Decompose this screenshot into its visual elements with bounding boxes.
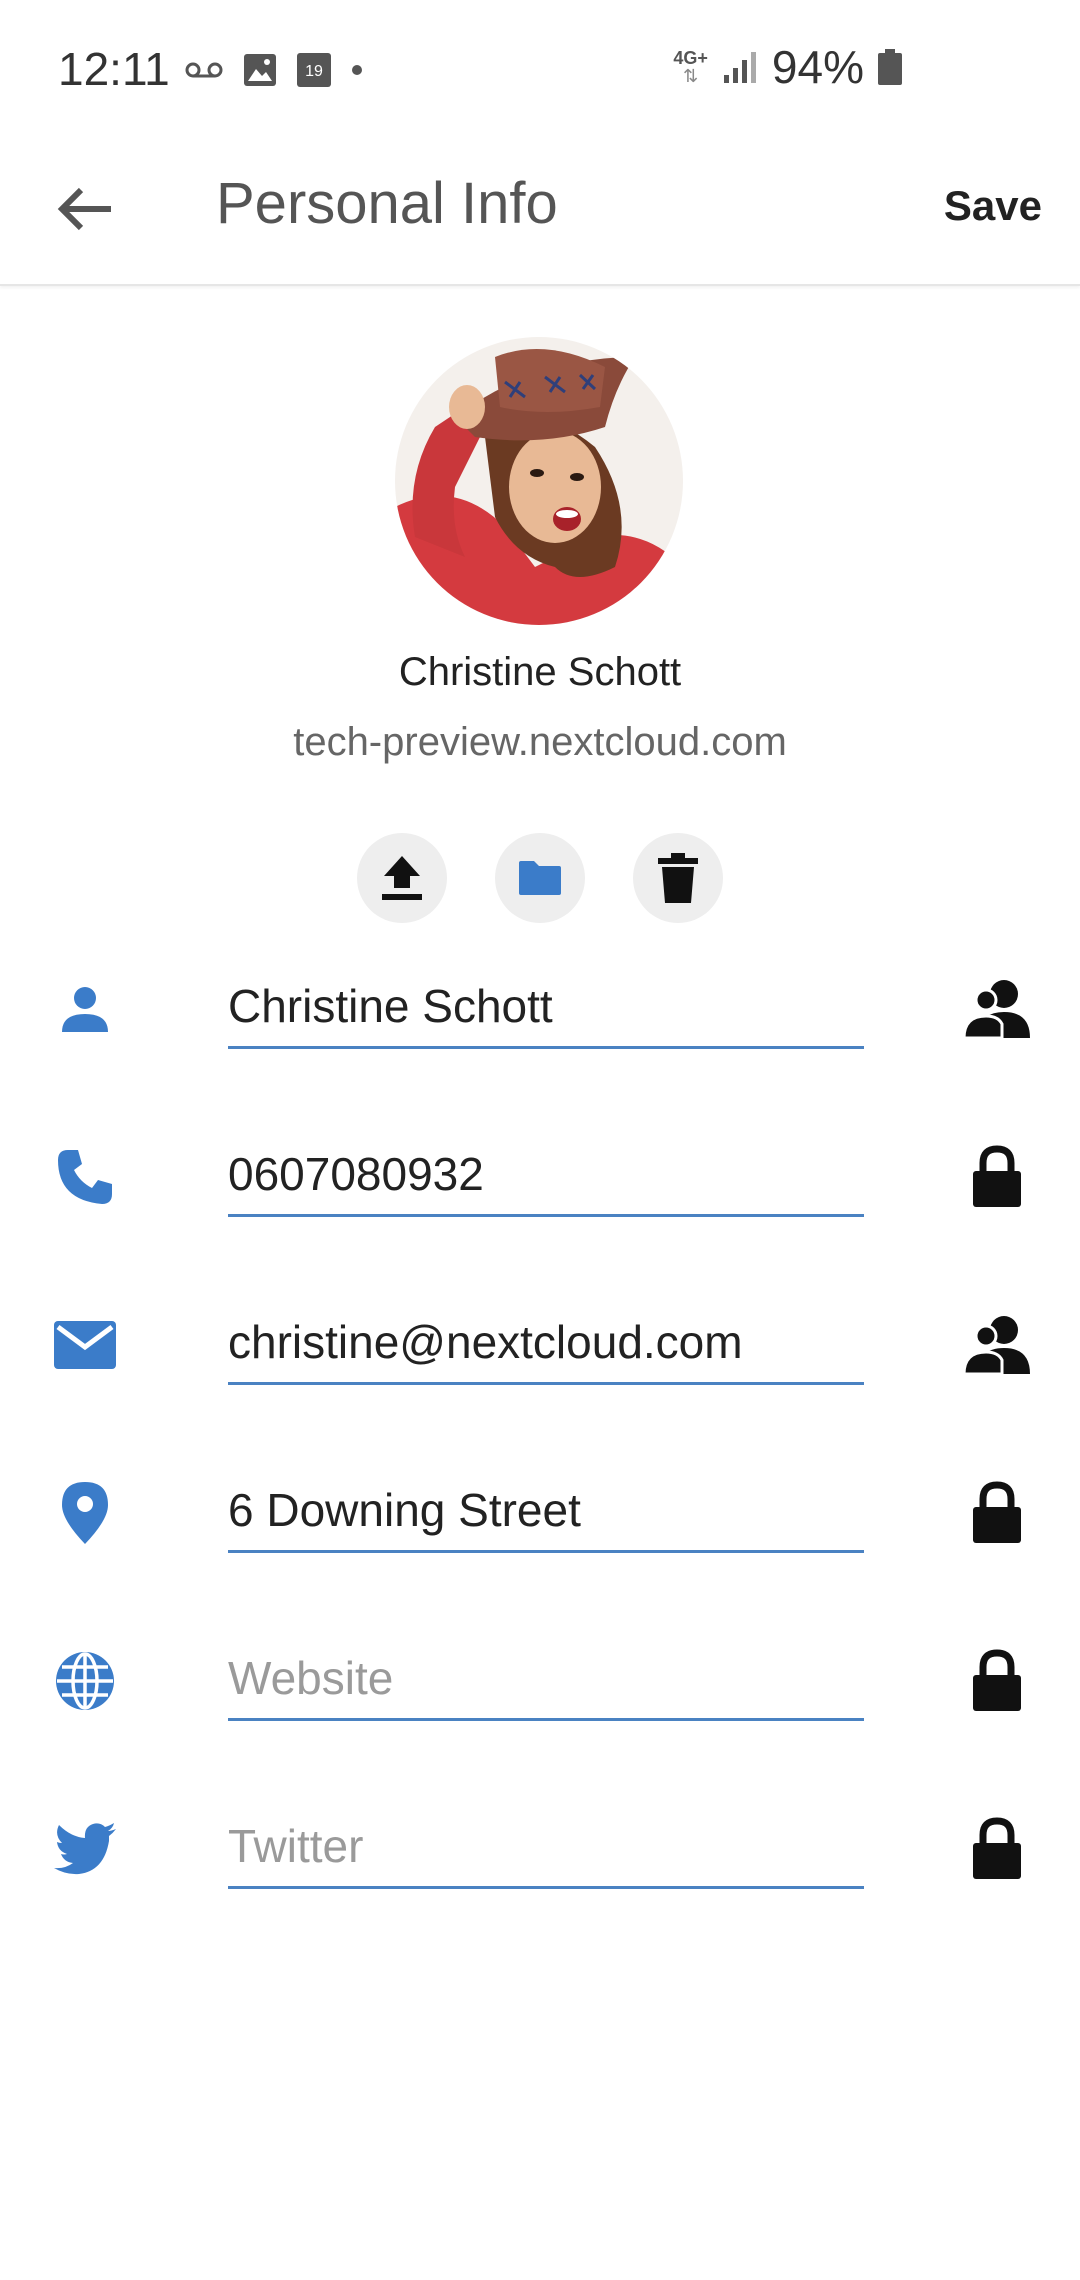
calendar-icon: 19 <box>297 53 331 87</box>
field-row-name <box>0 952 1080 1062</box>
choose-from-files-button[interactable] <box>495 833 585 923</box>
website-scope-button[interactable] <box>962 1646 1032 1716</box>
battery-icon <box>878 49 902 85</box>
field-row-email <box>0 1288 1080 1398</box>
avatar[interactable] <box>395 337 683 625</box>
email-field[interactable] <box>228 1302 864 1385</box>
signal-icon <box>723 52 756 83</box>
name-scope-button[interactable] <box>962 974 1032 1044</box>
status-time: 12:11 <box>58 43 170 95</box>
twitter-icon <box>50 1814 120 1884</box>
arrow-left-icon <box>57 187 111 231</box>
website-field[interactable] <box>228 1638 864 1721</box>
field-row-phone <box>0 1120 1080 1230</box>
app-bar: Personal Info Save <box>0 140 1080 286</box>
location-icon <box>50 1478 120 1548</box>
field-row-twitter <box>0 1792 1080 1902</box>
name-field[interactable] <box>228 966 864 1049</box>
phone-icon <box>50 1142 120 1212</box>
trash-icon <box>658 853 698 903</box>
voicemail-icon <box>185 62 223 78</box>
address-scope-button[interactable] <box>962 1478 1032 1548</box>
battery-level: 94% <box>771 41 864 93</box>
delete-avatar-button[interactable] <box>633 833 723 923</box>
avatar-image <box>395 337 683 625</box>
lock-icon <box>973 1145 1021 1207</box>
address-field[interactable] <box>228 1470 864 1553</box>
server-url: tech-preview.nextcloud.com <box>293 720 787 764</box>
field-row-website <box>0 1624 1080 1734</box>
save-button[interactable]: Save <box>944 182 1042 230</box>
contacts-icon <box>964 1316 1030 1376</box>
field-row-address <box>0 1456 1080 1566</box>
phone-field[interactable] <box>228 1134 864 1217</box>
page-title: Personal Info <box>216 171 558 236</box>
twitter-field[interactable] <box>228 1806 864 1889</box>
upload-avatar-button[interactable] <box>357 833 447 923</box>
back-button[interactable] <box>50 174 120 244</box>
mail-icon <box>50 1310 120 1380</box>
contacts-icon <box>964 980 1030 1040</box>
upload-icon <box>382 856 422 900</box>
lock-icon <box>973 1817 1021 1879</box>
person-icon <box>50 974 120 1044</box>
globe-icon <box>50 1646 120 1716</box>
lock-icon <box>973 1649 1021 1711</box>
twitter-scope-button[interactable] <box>962 1814 1032 1884</box>
network-icon: 4G+ ⇅ <box>673 48 708 86</box>
display-name: Christine Schott <box>398 650 682 694</box>
email-scope-button[interactable] <box>962 1310 1032 1380</box>
image-icon <box>244 54 276 86</box>
lock-icon <box>973 1481 1021 1543</box>
status-bar: 12:11 19 4G+ ⇅ 94% <box>0 0 1080 140</box>
phone-scope-button[interactable] <box>962 1142 1032 1212</box>
folder-icon <box>519 861 561 895</box>
dot-icon <box>352 65 362 75</box>
